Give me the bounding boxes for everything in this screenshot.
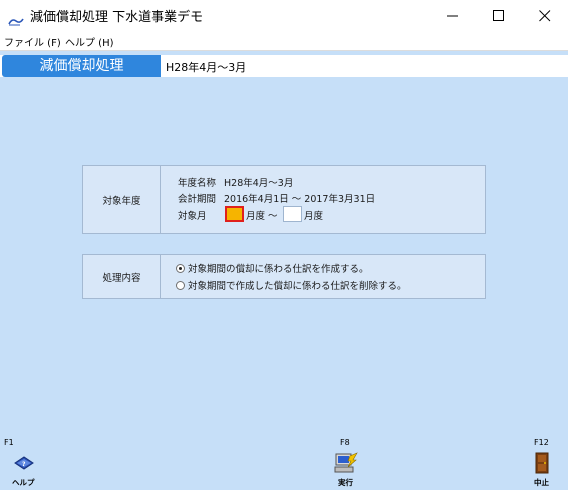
f8-key-label: F8 bbox=[340, 438, 350, 447]
minimize-button[interactable] bbox=[430, 0, 476, 31]
year-name-value: H28年4月～3月 bbox=[224, 178, 294, 189]
client-area: 減価償却処理 H28年4月～3月 対象年度 年度名称 H28年4月～3月 会計期… bbox=[0, 51, 568, 490]
month-from-input[interactable] bbox=[225, 206, 244, 222]
app-icon bbox=[8, 11, 24, 30]
radio-create-label[interactable]: 対象期間の償却に係わる仕訳を作成する。 bbox=[188, 261, 369, 275]
minimize-icon bbox=[447, 15, 458, 17]
fiscal-period-value: 2016年4月1日 ～ 2017年3月31日 bbox=[224, 194, 376, 205]
process-label: 処理内容 bbox=[83, 255, 161, 298]
month-to-input[interactable] bbox=[283, 206, 302, 222]
target-year-panel: 対象年度 年度名称 H28年4月～3月 会計期間 2016年4月1日 ～ 201… bbox=[82, 165, 486, 234]
cancel-button-label: 中止 bbox=[534, 478, 549, 487]
close-icon bbox=[539, 10, 551, 22]
f12-key-label: F12 bbox=[534, 438, 549, 447]
month-label: 対象月 bbox=[178, 211, 207, 222]
page-title: 減価償却処理 bbox=[2, 55, 161, 77]
month-unit-from: 月度 ～ bbox=[246, 211, 278, 222]
help-button[interactable]: ? ヘルプ bbox=[6, 449, 42, 487]
exit-door-icon bbox=[535, 452, 549, 474]
fiscal-period-label: 会計期間 bbox=[178, 194, 217, 205]
header-strip: 減価償却処理 H28年4月～3月 bbox=[0, 55, 568, 77]
help-button-label: ヘルプ bbox=[12, 478, 35, 487]
f1-key-label: F1 bbox=[4, 438, 14, 447]
menu-bar: ファイル (F) ヘルプ (H) bbox=[0, 31, 568, 51]
radio-delete-label[interactable]: 対象期間で作成した償却に係わる仕訳を削除する。 bbox=[188, 278, 407, 292]
menu-help[interactable]: ヘルプ (H) bbox=[65, 34, 114, 49]
title-bar: 減価償却処理 下水道事業デモ bbox=[0, 0, 568, 31]
close-button[interactable] bbox=[522, 0, 568, 31]
help-book-icon: ? bbox=[14, 456, 34, 470]
cancel-button[interactable]: 中止 bbox=[524, 449, 560, 487]
maximize-button[interactable] bbox=[476, 0, 522, 31]
target-year-label: 対象年度 bbox=[83, 166, 161, 233]
execute-button-label: 実行 bbox=[338, 478, 353, 487]
year-name-label: 年度名称 bbox=[178, 178, 217, 189]
month-unit-to: 月度 bbox=[304, 211, 324, 222]
process-panel: 処理内容 対象期間の償却に係わる仕訳を作成する。 対象期間で作成した償却に係わる… bbox=[82, 254, 486, 299]
radio-delete-indicator[interactable] bbox=[176, 281, 185, 290]
menu-file[interactable]: ファイル (F) bbox=[4, 34, 61, 49]
svg-text:?: ? bbox=[22, 461, 26, 468]
execute-button[interactable]: 実行 bbox=[328, 449, 364, 487]
radio-create-indicator[interactable] bbox=[176, 264, 185, 273]
maximize-icon bbox=[493, 10, 504, 21]
window-title: 減価償却処理 下水道事業デモ bbox=[30, 10, 204, 25]
execute-computer-icon bbox=[334, 452, 358, 473]
header-period: H28年4月～3月 bbox=[166, 61, 247, 74]
